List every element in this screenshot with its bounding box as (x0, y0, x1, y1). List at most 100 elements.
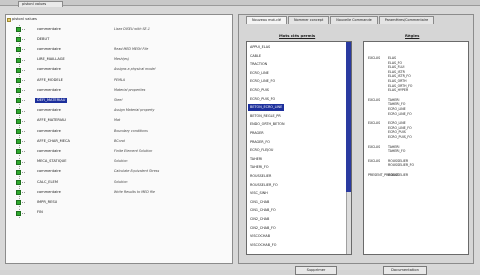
tree-row[interactable]: commentaire Calculate Equivalent Stress (6, 167, 232, 177)
tree-row[interactable]: MECA_STATIQUE Solution (6, 157, 232, 167)
tree-row-key: commentaire (37, 26, 61, 31)
node-icon[interactable] (16, 67, 21, 73)
tree-row[interactable]: commentaire Material properties (6, 86, 232, 96)
tab[interactable]: Nouveau mot-clé (246, 16, 287, 24)
tree-row[interactable]: commentaire Read MED MESH File (6, 45, 232, 55)
node-icon[interactable] (16, 108, 21, 114)
tree-row-value: Assigns a physical model (114, 67, 156, 72)
keyword-item[interactable]: ECRO_LINE_FO (250, 78, 275, 85)
rule-item: ECRO_LINE_FO (388, 111, 412, 116)
tree-row[interactable]: DEFI_MATERIAU Steel (6, 96, 232, 106)
rule-item: ROUSSELIER_FO (388, 163, 414, 168)
tree-row[interactable]: LIRE_MAILLAGE Mesh(es) (6, 55, 232, 65)
keyword-item[interactable]: VISC_SINH (250, 190, 268, 197)
keyword-item[interactable]: ECRO_PUIS (250, 87, 269, 94)
keyword-item[interactable]: APPUI_ELAS (250, 44, 270, 51)
keyword-list[interactable]: APPUI_ELAS CABLE TRACTION ECRO_LINE ECRO_LIN… (246, 41, 352, 255)
tree-row-value: Finite Element Solution (114, 148, 153, 153)
folder-icon (7, 18, 11, 22)
keyword-item[interactable]: TRACTION (250, 61, 267, 68)
tree-row-value: Mat (114, 118, 121, 123)
rule-label: EXCLUS (368, 97, 381, 102)
tree-row[interactable]: commentaire Finite Element Solution (6, 147, 232, 157)
node-icon[interactable] (16, 37, 21, 43)
rules-list: EXCLUS ELAS ELAS_FO ELAS_FLUI ELAS_ISTR ELAS_… (363, 41, 469, 255)
node-icon[interactable] (16, 98, 21, 104)
keyword-item[interactable]: PRAGER_FO (250, 139, 270, 146)
keyword-item[interactable]: TAHERI_FO (250, 164, 269, 171)
keyword-item[interactable]: ENDO_ORTH_BETON (250, 121, 285, 128)
tree-row-value: Assign Material property (114, 108, 155, 113)
tree-row[interactable]: AFFE_MATERIAU Mat (6, 116, 232, 126)
node-icon[interactable] (16, 129, 21, 134)
tree-row[interactable]: IMPR_RESU (6, 198, 232, 208)
tree-row-value: Steel (114, 97, 123, 102)
tree-row[interactable]: commentaire Lisez DISEU with SE-1 (6, 25, 232, 34)
tree-row-key: commentaire (37, 169, 61, 174)
node-icon[interactable] (16, 27, 21, 32)
tree-row-key: IMPR_RESU (37, 199, 58, 204)
node-icon[interactable] (16, 180, 21, 185)
node-icon[interactable] (16, 57, 21, 63)
node-icon[interactable] (16, 78, 21, 83)
node-icon[interactable] (16, 200, 21, 206)
tab-document[interactable]: pistonl values (18, 1, 63, 7)
keyword-item[interactable]: CIN1_CHAB_FO (250, 207, 276, 214)
tree-row-key: commentaire (37, 148, 61, 153)
node-icon[interactable] (16, 210, 21, 216)
node-icon[interactable] (16, 139, 21, 145)
keyword-item[interactable]: BETON_ECRO_LINE (248, 104, 285, 112)
tree-row-key: FIN (37, 210, 43, 215)
keyword-item[interactable]: ECRO_PUIS_FO (250, 96, 275, 103)
tree-row-value: Lisez DISEU with SE-1 (114, 26, 150, 31)
delete-button[interactable]: Supprimer (295, 266, 337, 275)
tree-row[interactable]: DEBUT (6, 35, 232, 45)
tree-row[interactable]: commentaire Write Results to MED file (6, 188, 232, 198)
node-icon[interactable] (16, 149, 21, 155)
node-icon[interactable] (16, 159, 21, 165)
keyword-item[interactable]: TAHERI (250, 156, 262, 163)
node-icon[interactable] (16, 88, 21, 94)
keyword-item[interactable]: CIN2_CHAB (250, 216, 269, 223)
keyword-item[interactable]: ROUSSELIER (250, 173, 271, 180)
tree-row-key: commentaire (37, 67, 61, 72)
tree-root-label[interactable]: pistonl values (12, 17, 37, 22)
tree-row[interactable]: AFFE_MODELE PEMLA (6, 76, 232, 85)
scrollbar-thumb[interactable] (346, 42, 351, 192)
tree-row[interactable]: commentaire Assign Material property (6, 106, 232, 116)
tree-row-key: MECA_STATIQUE (37, 159, 67, 164)
tree-row[interactable]: AFFE_CHAR_MECA BCond (6, 137, 232, 147)
tree-row-key: commentaire (37, 87, 61, 92)
tree-row-key: commentaire (37, 108, 61, 113)
tree-row[interactable]: commentaire Boundary conditions (6, 127, 232, 136)
keyword-item[interactable]: ECRO_LINE (250, 70, 269, 77)
tree-row-key: DEBUT (37, 36, 50, 41)
keyword-item[interactable]: BETON_REGLE_PR (250, 113, 281, 120)
keyword-item[interactable]: CIN1_CHAB (250, 199, 269, 206)
keyword-item[interactable]: ECRO_FLEJOU (250, 147, 273, 154)
tree-row-key: commentaire (37, 128, 61, 133)
keyword-item[interactable]: CABLE (250, 53, 261, 60)
keyword-panel: Nouveau mot-clé Nommer concept Nouvelle Co… (238, 14, 474, 275)
keyword-item[interactable]: CIN2_CHAB_FO (250, 225, 276, 232)
tab[interactable]: Nommer concept (287, 16, 330, 24)
keyword-item[interactable]: VISCOCHAB_FO (250, 242, 276, 249)
rules-title: Règles (405, 33, 420, 38)
command-tree-panel: pistonl values commentaire Lisez DISEU wi… (5, 14, 233, 264)
keyword-item[interactable]: VISCOCHAB (250, 233, 270, 240)
tab[interactable]: Nouvelle Commande (330, 16, 378, 24)
tab[interactable]: Paramètres/Commentaire (378, 16, 435, 24)
documentation-button[interactable]: Documentation (383, 266, 427, 275)
node-icon[interactable] (16, 169, 21, 175)
keyword-list-scrollbar[interactable] (346, 42, 351, 254)
node-icon[interactable] (16, 190, 21, 196)
tree-row[interactable]: FIN (6, 208, 232, 218)
tree-row[interactable]: CALC_ELEM Solution (6, 178, 232, 187)
node-icon[interactable] (16, 118, 21, 124)
keyword-item[interactable]: PRAGER (250, 130, 264, 137)
node-icon[interactable] (16, 47, 21, 53)
keyword-item[interactable]: ROUSSELIER_FO (250, 182, 278, 189)
top-tab-strip: pistonl values (0, 0, 480, 7)
tree-row[interactable]: commentaire Assigns a physical model (6, 65, 232, 75)
tree-row-key: AFFE_MATERIAU (37, 118, 67, 123)
